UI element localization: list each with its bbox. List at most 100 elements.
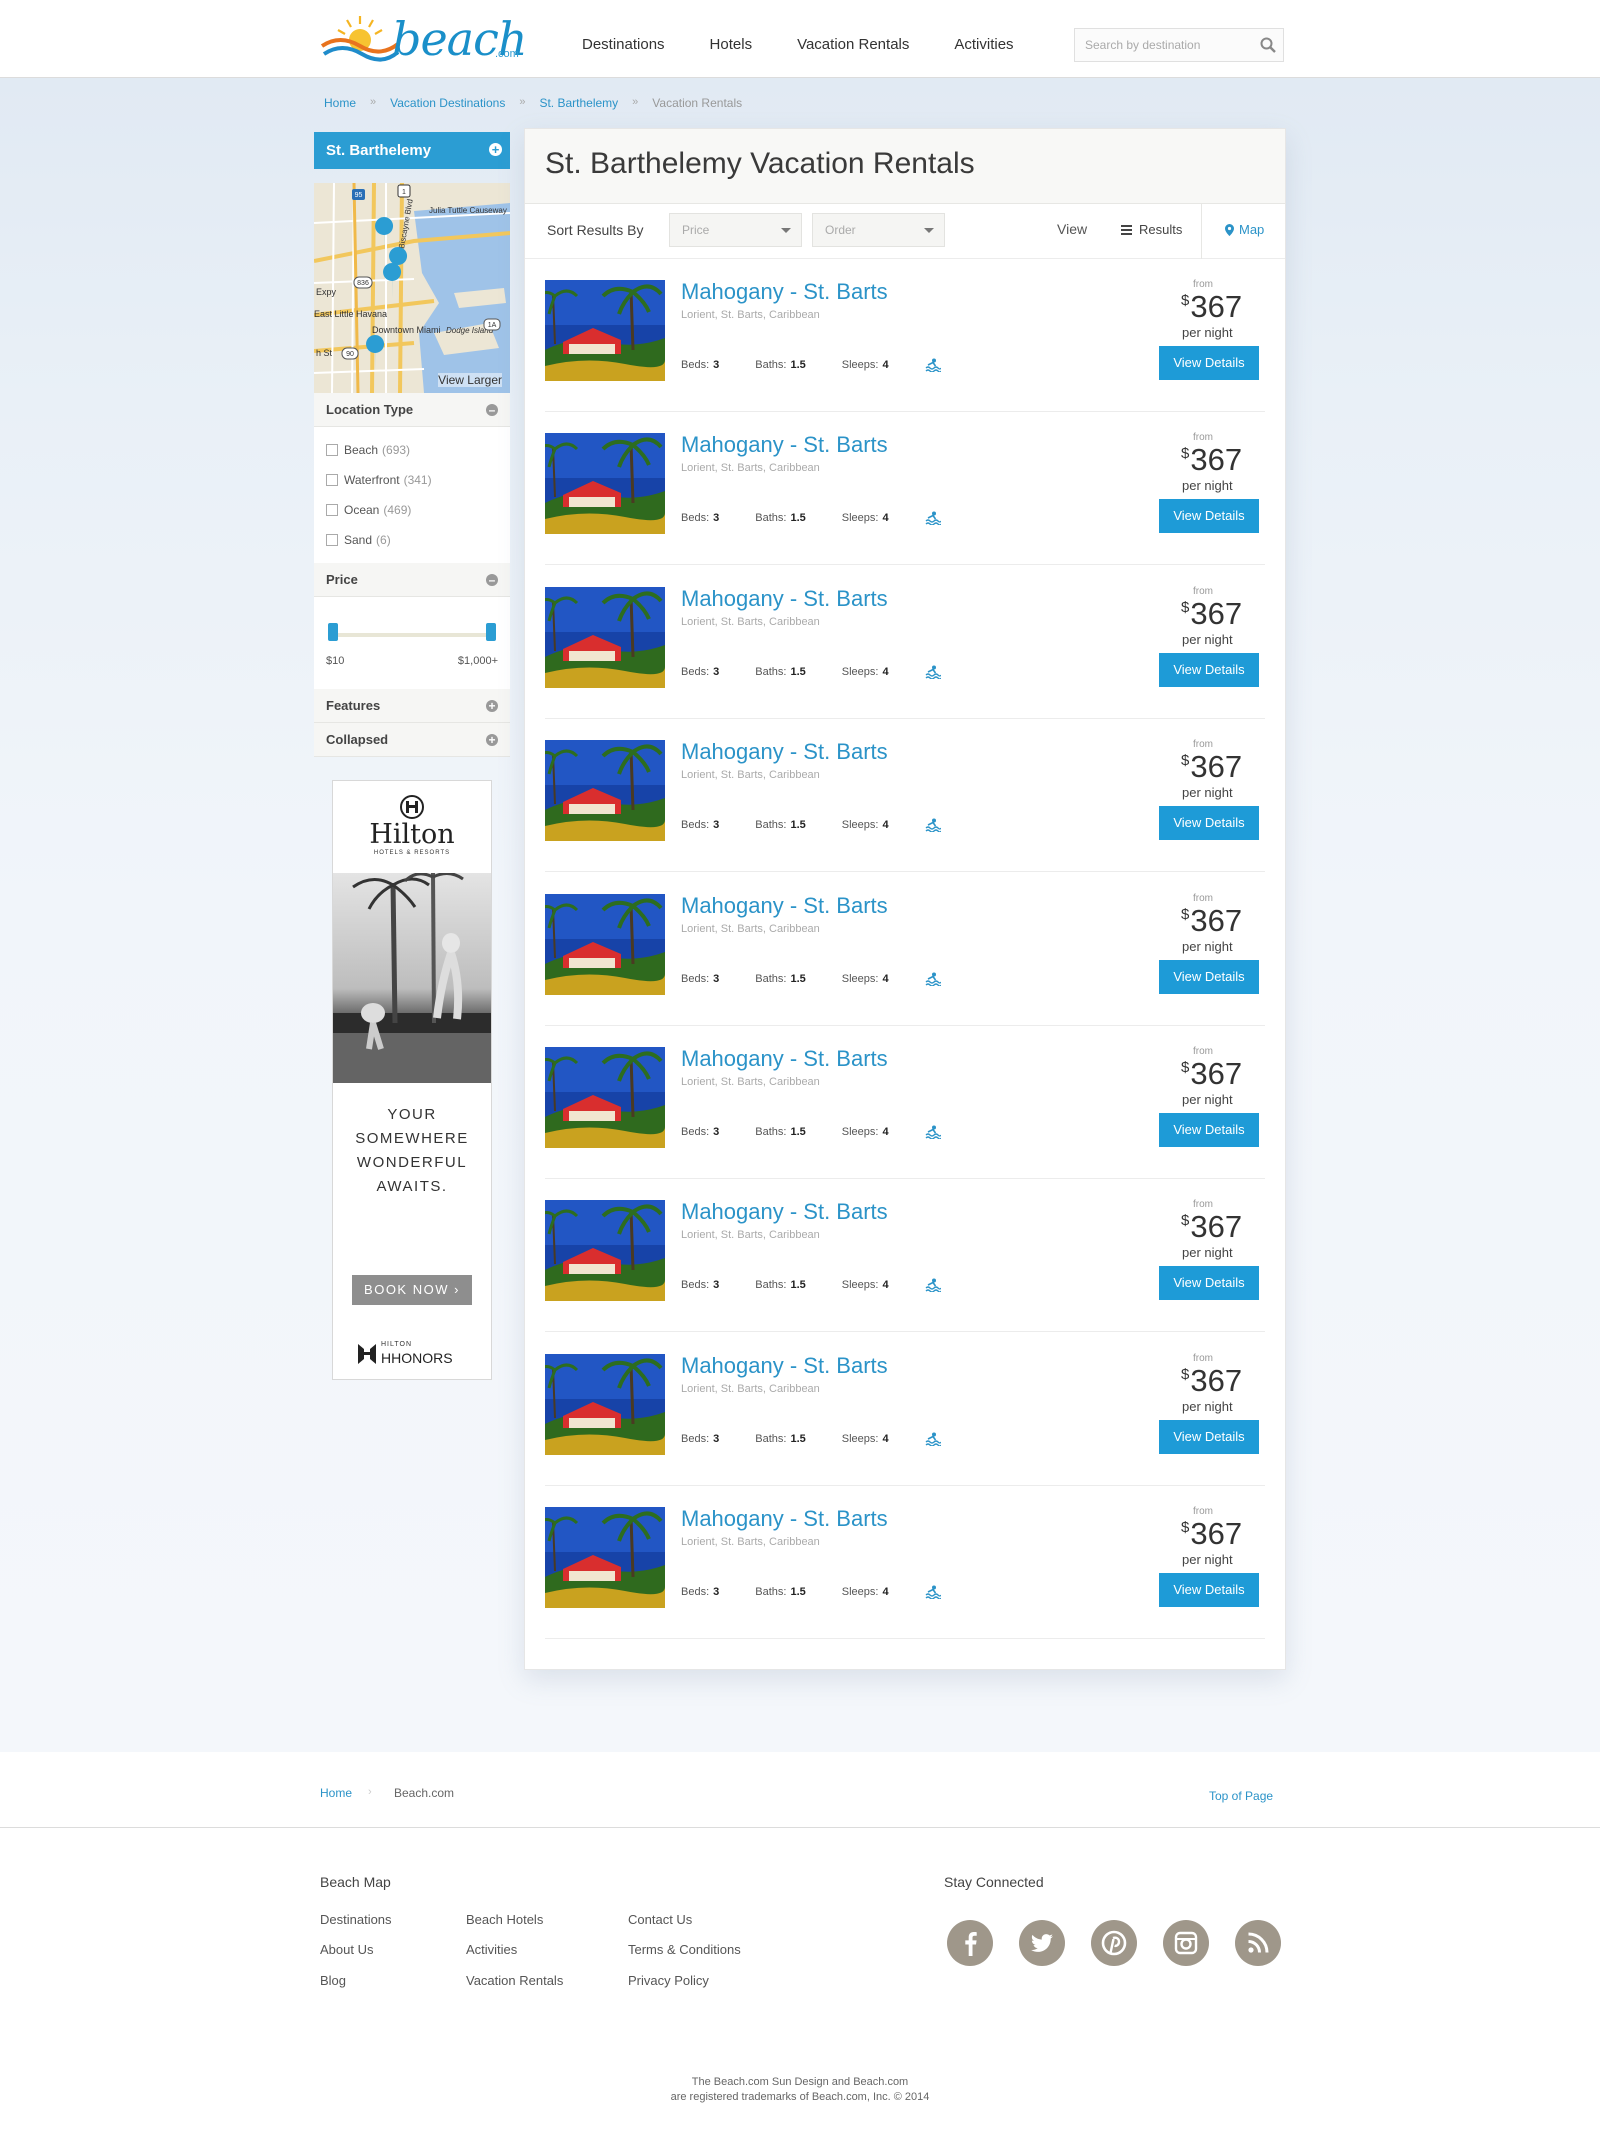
footer-link-privacy[interactable]: Privacy Policy [628,1973,709,1988]
footer-link-destinations[interactable]: Destinations [320,1912,392,1927]
facebook-icon[interactable] [947,1920,993,1966]
listing-price: $367 [1181,596,1242,632]
top-of-page-link[interactable]: Top of Page [1209,1789,1273,1803]
expand-icon[interactable]: + [486,700,498,712]
checkbox-icon[interactable] [326,534,338,546]
rss-icon[interactable] [1235,1920,1281,1966]
collapse-icon[interactable]: – [486,404,498,416]
breadcrumb-vacation-destinations[interactable]: Vacation Destinations [390,96,505,110]
checkbox-sand[interactable]: Sand (6) [326,525,498,555]
view-details-button[interactable]: View Details [1159,959,1259,994]
sleeps-label: Sleeps: [841,819,879,832]
view-details-button[interactable]: View Details [1159,1266,1259,1301]
checkbox-icon[interactable] [326,474,338,486]
sleeps-label: Sleeps: [841,972,879,985]
footer-link-blog[interactable]: Blog [320,1973,346,1988]
twitter-icon[interactable] [1019,1920,1065,1966]
view-details-button[interactable]: View Details [1159,806,1259,841]
listing-thumbnail[interactable] [545,1353,665,1455]
checkbox-icon[interactable] [326,504,338,516]
checkbox-icon[interactable] [326,444,338,456]
slider-min-handle[interactable] [328,623,338,641]
listing-title[interactable]: Mahogany - St. Barts [681,1046,888,1072]
listing-title[interactable]: Mahogany - St. Barts [681,893,888,919]
listing-thumbnail[interactable] [545,433,665,535]
view-details-button[interactable]: View Details [1159,1419,1259,1454]
footer-link-about-us[interactable]: About Us [320,1942,373,1957]
rental-photo [545,893,665,995]
search-input[interactable] [1075,29,1245,61]
nav-destinations[interactable]: Destinations [582,0,665,78]
breadcrumb-st-barthelemy[interactable]: St. Barthelemy [539,96,618,110]
listing-title[interactable]: Mahogany - St. Barts [681,586,888,612]
beds-value: 3 [713,819,720,832]
sort-price-select[interactable]: Price [669,213,802,247]
view-details-button[interactable]: View Details [1159,346,1259,380]
footer-breadcrumb-site: Beach.com [394,1786,455,1800]
listing-title[interactable]: Mahogany - St. Barts [681,1506,888,1532]
book-now-button[interactable]: BOOK NOW › [352,1275,472,1305]
nav-hotels[interactable]: Hotels [710,0,753,78]
footer-link-beach-hotels[interactable]: Beach Hotels [466,1912,543,1927]
checkbox-beach[interactable]: Beach (693) [326,435,498,465]
sleeps-value: 4 [882,512,889,525]
listing-thumbnail[interactable] [545,586,665,688]
footer-link-activities[interactable]: Activities [466,1942,517,1957]
sort-order-select[interactable]: Order [812,213,945,247]
view-larger-link[interactable]: View Larger [438,373,502,387]
slider-max-handle[interactable] [486,623,496,641]
view-details-button[interactable]: View Details [1159,652,1259,687]
filter-collapsed-header[interactable]: Collapsed + [314,723,510,757]
expand-icon[interactable]: + [489,143,502,156]
listing-title[interactable]: Mahogany - St. Barts [681,279,888,305]
baths-stat: Baths: 1.5 [755,1279,805,1291]
listing-location: Lorient, St. Barts, Caribbean [681,1076,820,1088]
pinterest-icon[interactable] [1091,1920,1137,1966]
search-icon[interactable] [1259,36,1277,54]
breadcrumb-home[interactable]: Home [324,96,356,110]
listing-price: $367 [1181,289,1242,325]
filter-location-type-header[interactable]: Location Type – [314,393,510,427]
listing-thumbnail[interactable] [545,280,665,381]
view-map-toggle[interactable]: Map [1225,222,1264,237]
nav-vacation-rentals[interactable]: Vacation Rentals [797,0,909,78]
slider-track[interactable] [332,633,492,637]
listing-thumbnail[interactable] [545,1507,665,1609]
location-map[interactable]: Julia Tuttle Causeway Biscayne Blvd East… [314,183,510,393]
filter-features-header[interactable]: Features + [314,689,510,723]
view-details-button[interactable]: View Details [1159,1113,1259,1147]
nav-activities[interactable]: Activities [954,0,1013,78]
view-details-button[interactable]: View Details [1159,499,1259,534]
listing-price: $367 [1181,903,1242,939]
view-results-toggle[interactable]: Results [1121,222,1182,237]
listing-thumbnail[interactable] [545,1200,665,1302]
listing-thumbnail[interactable] [545,1047,665,1148]
footer-breadcrumb: Home › Beach.com Top of Page [0,1752,1600,1828]
expand-icon[interactable]: + [486,734,498,746]
footer-breadcrumb-home[interactable]: Home [320,1786,352,1800]
ad-tagline-line: WONDERFUL [356,1154,468,1171]
checkbox-ocean[interactable]: Ocean (469) [326,495,498,525]
destination-header[interactable]: St. Barthelemy + [314,132,510,169]
listing-thumbnail[interactable] [545,893,665,995]
beach-logo[interactable]: beach .com [320,10,530,66]
filter-price-header[interactable]: Price – [314,563,510,597]
currency-symbol: $ [1181,1365,1190,1383]
sleeps-value: 4 [882,1126,889,1138]
instagram-icon[interactable] [1163,1920,1209,1966]
listing-title[interactable]: Mahogany - St. Barts [681,739,888,765]
hhonors-top: HILTON [381,1341,413,1348]
collapse-icon[interactable]: – [486,574,498,586]
view-details-button[interactable]: View Details [1159,1573,1259,1608]
hilton-ad-banner[interactable]: Hilton HOTELS & RESORTS YOUR SOMEWHERE W… [332,780,492,1380]
footer-link-vacation-rentals[interactable]: Vacation Rentals [466,1973,563,1988]
baths-label: Baths: [755,665,787,678]
listing-title[interactable]: Mahogany - St. Barts [681,1353,888,1379]
listing-thumbnail[interactable] [545,740,665,842]
listing-title[interactable]: Mahogany - St. Barts [681,1199,888,1225]
listing-stats: Beds: 3 Baths: 1.5 Sleeps: 4 [681,972,941,986]
footer-link-contact-us[interactable]: Contact Us [628,1912,692,1927]
footer-link-terms[interactable]: Terms & Conditions [628,1942,741,1957]
listing-title[interactable]: Mahogany - St. Barts [681,432,888,458]
checkbox-waterfront[interactable]: Waterfront (341) [326,465,498,495]
